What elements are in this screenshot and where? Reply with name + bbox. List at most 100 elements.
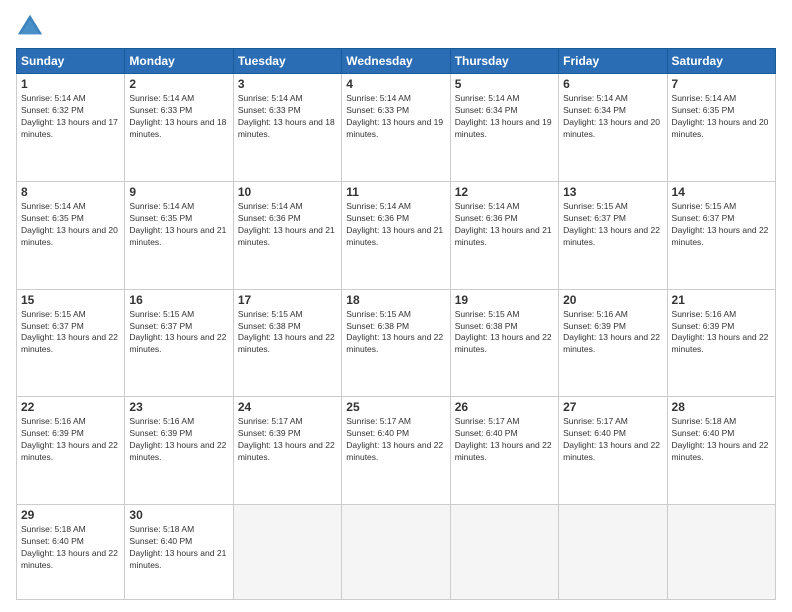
- day-info: Sunrise: 5:17 AM Sunset: 6:40 PM Dayligh…: [563, 416, 662, 464]
- day-info: Sunrise: 5:15 AM Sunset: 6:38 PM Dayligh…: [346, 309, 445, 357]
- day-info: Sunrise: 5:14 AM Sunset: 6:35 PM Dayligh…: [129, 201, 228, 249]
- day-info: Sunrise: 5:16 AM Sunset: 6:39 PM Dayligh…: [21, 416, 120, 464]
- calendar-cell: 10 Sunrise: 5:14 AM Sunset: 6:36 PM Dayl…: [233, 181, 341, 289]
- day-number: 8: [21, 185, 120, 199]
- calendar-cell: 4 Sunrise: 5:14 AM Sunset: 6:33 PM Dayli…: [342, 74, 450, 182]
- day-info: Sunrise: 5:15 AM Sunset: 6:37 PM Dayligh…: [21, 309, 120, 357]
- col-sunday: Sunday: [17, 49, 125, 74]
- day-info: Sunrise: 5:15 AM Sunset: 6:38 PM Dayligh…: [238, 309, 337, 357]
- calendar-cell: 5 Sunrise: 5:14 AM Sunset: 6:34 PM Dayli…: [450, 74, 558, 182]
- col-tuesday: Tuesday: [233, 49, 341, 74]
- day-number: 13: [563, 185, 662, 199]
- day-number: 21: [672, 293, 771, 307]
- calendar-week-row: 1 Sunrise: 5:14 AM Sunset: 6:32 PM Dayli…: [17, 74, 776, 182]
- calendar-cell: 30 Sunrise: 5:18 AM Sunset: 6:40 PM Dayl…: [125, 505, 233, 600]
- day-info: Sunrise: 5:14 AM Sunset: 6:36 PM Dayligh…: [455, 201, 554, 249]
- calendar-cell: 29 Sunrise: 5:18 AM Sunset: 6:40 PM Dayl…: [17, 505, 125, 600]
- day-number: 10: [238, 185, 337, 199]
- calendar-week-row: 15 Sunrise: 5:15 AM Sunset: 6:37 PM Dayl…: [17, 289, 776, 397]
- calendar-cell: 1 Sunrise: 5:14 AM Sunset: 6:32 PM Dayli…: [17, 74, 125, 182]
- day-number: 28: [672, 400, 771, 414]
- page: Sunday Monday Tuesday Wednesday Thursday…: [0, 0, 792, 612]
- calendar-cell: 3 Sunrise: 5:14 AM Sunset: 6:33 PM Dayli…: [233, 74, 341, 182]
- day-number: 25: [346, 400, 445, 414]
- day-info: Sunrise: 5:15 AM Sunset: 6:37 PM Dayligh…: [563, 201, 662, 249]
- day-info: Sunrise: 5:14 AM Sunset: 6:35 PM Dayligh…: [21, 201, 120, 249]
- calendar-cell: 27 Sunrise: 5:17 AM Sunset: 6:40 PM Dayl…: [559, 397, 667, 505]
- day-number: 18: [346, 293, 445, 307]
- calendar-cell: 22 Sunrise: 5:16 AM Sunset: 6:39 PM Dayl…: [17, 397, 125, 505]
- day-info: Sunrise: 5:17 AM Sunset: 6:40 PM Dayligh…: [346, 416, 445, 464]
- calendar-cell: 12 Sunrise: 5:14 AM Sunset: 6:36 PM Dayl…: [450, 181, 558, 289]
- calendar-cell: 16 Sunrise: 5:15 AM Sunset: 6:37 PM Dayl…: [125, 289, 233, 397]
- calendar-cell: [667, 505, 775, 600]
- day-number: 14: [672, 185, 771, 199]
- calendar-cell: 7 Sunrise: 5:14 AM Sunset: 6:35 PM Dayli…: [667, 74, 775, 182]
- calendar-cell: 9 Sunrise: 5:14 AM Sunset: 6:35 PM Dayli…: [125, 181, 233, 289]
- calendar-table: Sunday Monday Tuesday Wednesday Thursday…: [16, 48, 776, 600]
- calendar-cell: 17 Sunrise: 5:15 AM Sunset: 6:38 PM Dayl…: [233, 289, 341, 397]
- calendar-cell: 6 Sunrise: 5:14 AM Sunset: 6:34 PM Dayli…: [559, 74, 667, 182]
- calendar-cell: [233, 505, 341, 600]
- header: [16, 12, 776, 40]
- calendar-cell: 21 Sunrise: 5:16 AM Sunset: 6:39 PM Dayl…: [667, 289, 775, 397]
- calendar-cell: 23 Sunrise: 5:16 AM Sunset: 6:39 PM Dayl…: [125, 397, 233, 505]
- day-info: Sunrise: 5:15 AM Sunset: 6:37 PM Dayligh…: [129, 309, 228, 357]
- day-info: Sunrise: 5:14 AM Sunset: 6:33 PM Dayligh…: [238, 93, 337, 141]
- day-number: 4: [346, 77, 445, 91]
- day-info: Sunrise: 5:14 AM Sunset: 6:36 PM Dayligh…: [346, 201, 445, 249]
- day-info: Sunrise: 5:14 AM Sunset: 6:32 PM Dayligh…: [21, 93, 120, 141]
- calendar-cell: 13 Sunrise: 5:15 AM Sunset: 6:37 PM Dayl…: [559, 181, 667, 289]
- calendar-week-row: 22 Sunrise: 5:16 AM Sunset: 6:39 PM Dayl…: [17, 397, 776, 505]
- day-number: 20: [563, 293, 662, 307]
- day-number: 24: [238, 400, 337, 414]
- day-info: Sunrise: 5:17 AM Sunset: 6:40 PM Dayligh…: [455, 416, 554, 464]
- day-number: 3: [238, 77, 337, 91]
- day-number: 19: [455, 293, 554, 307]
- day-info: Sunrise: 5:16 AM Sunset: 6:39 PM Dayligh…: [129, 416, 228, 464]
- calendar-cell: 24 Sunrise: 5:17 AM Sunset: 6:39 PM Dayl…: [233, 397, 341, 505]
- day-number: 12: [455, 185, 554, 199]
- calendar-cell: 8 Sunrise: 5:14 AM Sunset: 6:35 PM Dayli…: [17, 181, 125, 289]
- day-number: 9: [129, 185, 228, 199]
- day-number: 6: [563, 77, 662, 91]
- day-number: 26: [455, 400, 554, 414]
- day-info: Sunrise: 5:18 AM Sunset: 6:40 PM Dayligh…: [21, 524, 120, 572]
- calendar-cell: [559, 505, 667, 600]
- day-number: 22: [21, 400, 120, 414]
- day-info: Sunrise: 5:18 AM Sunset: 6:40 PM Dayligh…: [129, 524, 228, 572]
- day-number: 15: [21, 293, 120, 307]
- day-info: Sunrise: 5:14 AM Sunset: 6:33 PM Dayligh…: [346, 93, 445, 141]
- calendar-week-row: 29 Sunrise: 5:18 AM Sunset: 6:40 PM Dayl…: [17, 505, 776, 600]
- day-info: Sunrise: 5:14 AM Sunset: 6:36 PM Dayligh…: [238, 201, 337, 249]
- calendar-cell: 2 Sunrise: 5:14 AM Sunset: 6:33 PM Dayli…: [125, 74, 233, 182]
- calendar-week-row: 8 Sunrise: 5:14 AM Sunset: 6:35 PM Dayli…: [17, 181, 776, 289]
- day-info: Sunrise: 5:14 AM Sunset: 6:34 PM Dayligh…: [563, 93, 662, 141]
- col-thursday: Thursday: [450, 49, 558, 74]
- calendar-cell: 28 Sunrise: 5:18 AM Sunset: 6:40 PM Dayl…: [667, 397, 775, 505]
- logo: [16, 12, 48, 40]
- logo-icon: [16, 12, 44, 40]
- day-info: Sunrise: 5:15 AM Sunset: 6:38 PM Dayligh…: [455, 309, 554, 357]
- calendar-cell: 25 Sunrise: 5:17 AM Sunset: 6:40 PM Dayl…: [342, 397, 450, 505]
- col-friday: Friday: [559, 49, 667, 74]
- day-info: Sunrise: 5:14 AM Sunset: 6:35 PM Dayligh…: [672, 93, 771, 141]
- day-info: Sunrise: 5:14 AM Sunset: 6:34 PM Dayligh…: [455, 93, 554, 141]
- day-number: 11: [346, 185, 445, 199]
- day-number: 1: [21, 77, 120, 91]
- calendar-cell: [342, 505, 450, 600]
- day-number: 27: [563, 400, 662, 414]
- day-number: 17: [238, 293, 337, 307]
- day-number: 7: [672, 77, 771, 91]
- calendar-cell: [450, 505, 558, 600]
- day-number: 30: [129, 508, 228, 522]
- col-wednesday: Wednesday: [342, 49, 450, 74]
- day-number: 29: [21, 508, 120, 522]
- day-info: Sunrise: 5:17 AM Sunset: 6:39 PM Dayligh…: [238, 416, 337, 464]
- calendar-cell: 15 Sunrise: 5:15 AM Sunset: 6:37 PM Dayl…: [17, 289, 125, 397]
- calendar-cell: 19 Sunrise: 5:15 AM Sunset: 6:38 PM Dayl…: [450, 289, 558, 397]
- day-info: Sunrise: 5:18 AM Sunset: 6:40 PM Dayligh…: [672, 416, 771, 464]
- calendar-cell: 26 Sunrise: 5:17 AM Sunset: 6:40 PM Dayl…: [450, 397, 558, 505]
- day-info: Sunrise: 5:14 AM Sunset: 6:33 PM Dayligh…: [129, 93, 228, 141]
- calendar-cell: 20 Sunrise: 5:16 AM Sunset: 6:39 PM Dayl…: [559, 289, 667, 397]
